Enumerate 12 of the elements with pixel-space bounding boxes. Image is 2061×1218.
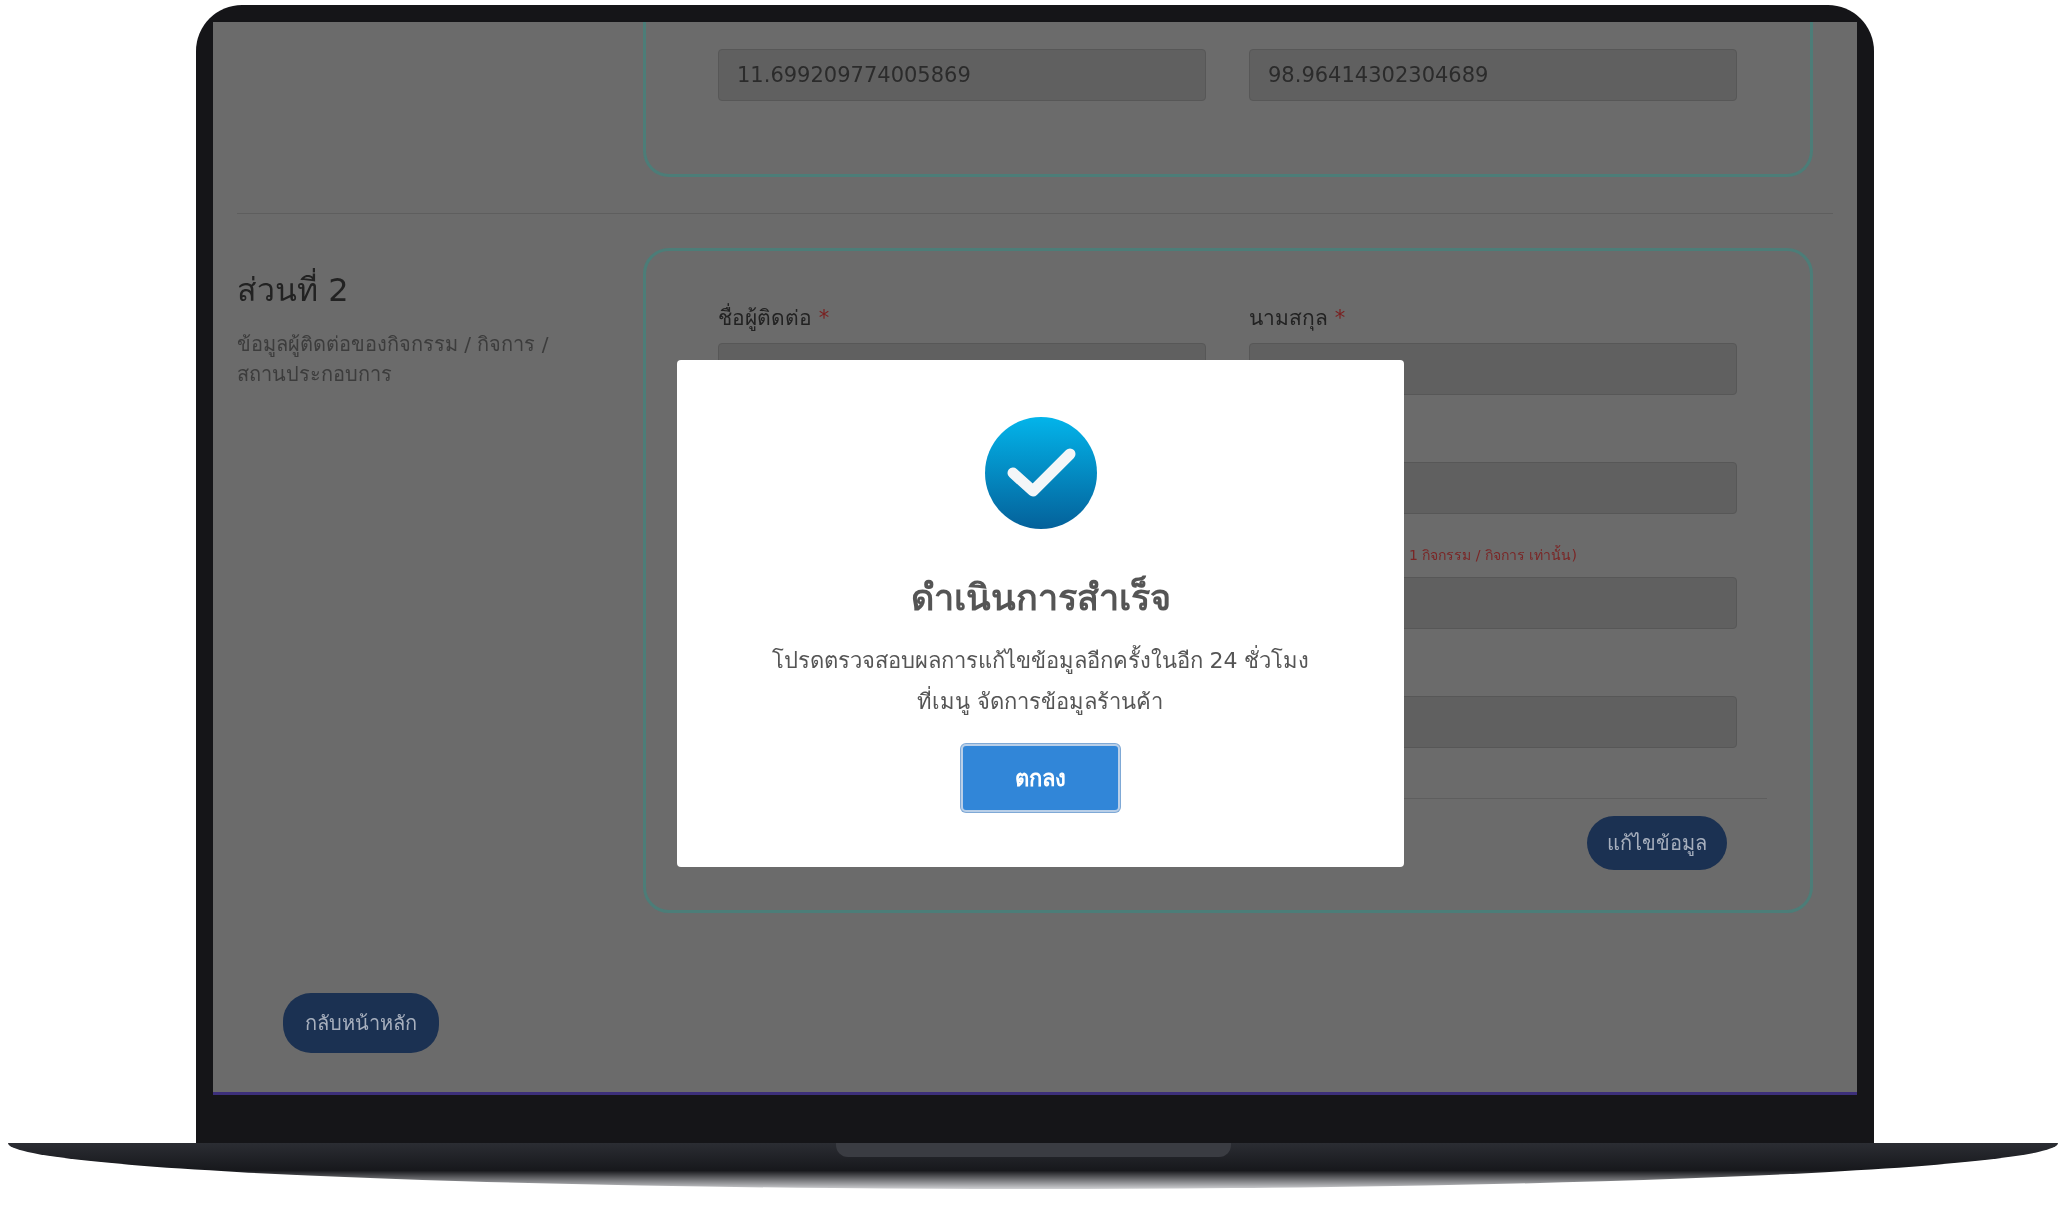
field-label: นามสกุล * [1249, 305, 1347, 329]
edit-button[interactable]: แก้ไขข้อมูล [1587, 816, 1727, 870]
hint-text: 1 กิจกรรม / กิจการ เท่านั้น) [1408, 544, 1578, 564]
section-title: ส่วนที่ 2 [237, 264, 643, 315]
dialog-title: ดำเนินการสำเร็จ [910, 574, 1171, 620]
back-button[interactable]: กลับหน้าหลัก [283, 993, 439, 1053]
required-mark: * [818, 306, 830, 330]
ok-button[interactable]: ตกลง [961, 744, 1120, 812]
required-mark: * [1334, 306, 1346, 330]
check-circle-icon [984, 417, 1097, 529]
dialog-message: โปรดตรวจสอบผลการแก้ไขข้อมูลอีกครั้งในอีก 24 ชั่วโมง ที่เมนู จัดการข้อมูลร้านค้า [771, 640, 1310, 722]
field-label: ชื่อผู้ติดต่อ * [718, 301, 1206, 329]
